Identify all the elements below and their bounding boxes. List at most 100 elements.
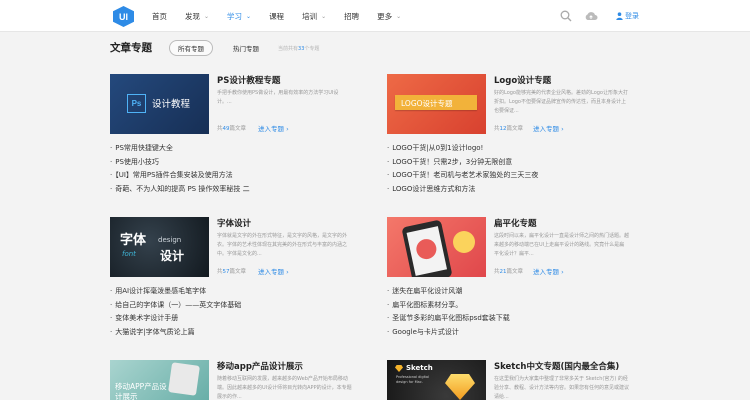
card-description: 字体就是文字的外在形式特征，是文字的风格，是文字的外衣。字体的艺术性体现在其完美… (217, 233, 348, 257)
article-count: 共49篇文章 (217, 124, 246, 132)
nav-home[interactable]: 首页 (152, 11, 167, 22)
card-title[interactable]: Sketch中文专题(国内最全合集) (494, 360, 619, 372)
stats-prefix: 当前共有 (278, 46, 299, 52)
card-title[interactable]: PS设计教程专题 (217, 74, 280, 86)
login-link[interactable]: 登录 (616, 11, 639, 21)
nav-learn[interactable]: 学习 ⌄ (227, 11, 251, 22)
nav-label: 发现 (185, 11, 200, 21)
list-item[interactable]: 大猫说字|字体气质论上篇 (110, 326, 241, 340)
page-title: 文章专题 (110, 42, 152, 54)
cloud-upload-icon[interactable] (584, 10, 598, 22)
list-item[interactable]: LOGO干货！只需2步，3分钟无限创意 (387, 156, 538, 170)
list-item[interactable]: 奇葩、不为人知的提高 PS 操作效率秘技 二 (110, 183, 249, 197)
list-item[interactable]: Google与卡片式设计 (387, 326, 510, 340)
enter-topic-link[interactable]: 进入专题 › (258, 266, 289, 276)
list-item[interactable]: 迷失在扁平化设计风潮 (387, 285, 510, 299)
nav-discover[interactable]: 发现 ⌄ (185, 11, 209, 22)
thumbnail-text-design: design (158, 236, 182, 244)
list-item[interactable]: PS常用快捷键大全 (110, 142, 250, 156)
chevron-down-icon: ⌄ (204, 12, 210, 20)
enter-topic-link[interactable]: 进入专题 › (533, 266, 564, 276)
chevron-right-icon: › (286, 125, 289, 133)
tab-hot-topics[interactable]: 热门专题 (228, 40, 264, 56)
count-number: 12 (499, 126, 507, 132)
nav-more[interactable]: 更多 ⌄ (377, 11, 401, 22)
phone-mockup (401, 219, 453, 277)
topic-thumbnail[interactable] (387, 217, 486, 277)
chevron-down-icon: ⌄ (246, 12, 252, 20)
nav-jobs[interactable]: 招聘 (344, 11, 359, 22)
count-number: 57 (222, 269, 230, 275)
nav-label: 课程 (269, 11, 285, 21)
search-icon[interactable] (560, 10, 572, 22)
nav-label: 学习 (227, 11, 243, 21)
thumbnail-subtitle: Professional digital design for Mac. (396, 375, 430, 384)
topic-count-text: 当前共有33个专题 (278, 45, 319, 52)
card-title[interactable]: 扁平化专题 (494, 217, 537, 229)
list-item[interactable]: LOGO干货！老司机与老艺术家独处的三天三夜 (387, 169, 538, 183)
list-item[interactable]: 用AI设计挥毫泼墨感毛笔字体 (110, 285, 241, 299)
ps-logo-text: Ps (131, 99, 142, 108)
thumbnail-caption: 移动APP产品设计展示 (115, 382, 167, 400)
link-label: 进入专题 (258, 268, 284, 276)
article-list: 用AI设计挥毫泼墨感毛笔字体 给自己的字体课（一）——英文字体基础 变体美术字设… (110, 285, 241, 339)
top-header: UI 首页 发现 ⌄ 学习 ⌄ 课程 培训 ⌄ 招聘 更多 ⌄ 登录 (0, 0, 750, 32)
list-item[interactable]: 给自己的字体课（一）——英文字体基础 (110, 299, 241, 313)
count-number: 49 (222, 126, 230, 132)
topic-thumbnail[interactable]: Sketch Professional digital design for M… (387, 360, 486, 400)
link-label: 进入专题 (533, 268, 559, 276)
article-list: LOGO干货|从0到1设计logo! LOGO干货！只需2步，3分钟无限创意 L… (387, 142, 538, 196)
sketch-large-diamond (445, 374, 475, 400)
site-logo[interactable]: UI (113, 6, 134, 27)
topic-thumbnail[interactable]: Ps 设计教程 (110, 74, 209, 134)
card-description: 这段时间以来，扁平化设计一直是设计师之间的热门话题。越来越多的移动端已在UI上走… (494, 233, 630, 257)
thumbnail-caption: 设计教程 (152, 99, 191, 110)
nav-label: 更多 (377, 11, 393, 21)
list-item[interactable]: LOGO干货|从0到1设计logo! (387, 142, 538, 156)
article-list: 迷失在扁平化设计风潮 扁平化图标素材分享。 圣诞节多彩的扁平化图标psd套装下载… (387, 285, 510, 339)
count-suffix: 篇文章 (229, 126, 247, 132)
article-count: 共21篇文章 (494, 267, 523, 275)
thumbnail-text-sketch: Sketch (406, 364, 433, 372)
nav-training[interactable]: 培训 ⌄ (302, 11, 326, 22)
count-suffix: 篇文章 (229, 269, 247, 275)
tab-all-topics[interactable]: 所有专题 (169, 40, 213, 56)
card-title[interactable]: 字体设计 (217, 217, 251, 229)
link-label: 进入专题 (258, 125, 284, 133)
topic-thumbnail[interactable]: LOGO设计专题 (387, 74, 486, 134)
enter-topic-link[interactable]: 进入专题 › (533, 123, 564, 133)
card-title[interactable]: Logo设计专题 (494, 74, 551, 86)
card-description: 好的Logo能够完美的代表企业风格。差劲的Logo让形象大打折扣。Logo不但要… (494, 90, 628, 114)
enter-topic-link[interactable]: 进入专题 › (258, 123, 289, 133)
photoshop-logo-icon: Ps (127, 94, 146, 113)
user-icon (616, 12, 623, 20)
card-title[interactable]: 移动app产品设计展示 (217, 360, 303, 372)
thumbnail-caption: LOGO设计专题 (401, 99, 453, 108)
list-item[interactable]: PS使用小技巧 (110, 156, 250, 170)
flat-circle (453, 231, 475, 253)
link-label: 进入专题 (533, 125, 559, 133)
logo-text: UI (119, 11, 128, 22)
chevron-down-icon: ⌄ (396, 12, 402, 20)
topic-thumbnail[interactable]: 移动APP产品设计展示 (110, 360, 209, 400)
article-list: PS常用快捷键大全 PS使用小技巧 【UI】常用PS插件合集安装及使用方法 奇葩… (110, 142, 250, 197)
login-label: 登录 (625, 12, 639, 20)
chevron-right-icon: › (561, 125, 564, 133)
list-item[interactable]: 扁平化图标素材分享。 (387, 299, 510, 313)
topic-thumbnail[interactable]: 字体 design font 设计 (110, 217, 209, 277)
thumbnail-text-ziti: 字体 (120, 233, 147, 248)
chevron-right-icon: › (286, 268, 289, 276)
list-item[interactable]: 【UI】常用PS插件合集安装及使用方法 (110, 169, 250, 183)
list-item[interactable]: 圣诞节多彩的扁平化图标psd套装下载 (387, 312, 510, 326)
list-item[interactable]: 变体美术字设计手册 (110, 312, 241, 326)
count-suffix: 篇文章 (506, 126, 524, 132)
nav-label: 培训 (302, 11, 318, 21)
nav-courses[interactable]: 课程 (269, 11, 284, 22)
card-description: 随着移动互联网的发展，越来越多的Web产品开始布局移动端。因此越来越多的UI设计… (217, 376, 352, 400)
list-item[interactable]: LOGO设计思维方式和方法 (387, 183, 538, 197)
card-description: 手把手教你使用PS做设计，用最有效率的方法学习UI设计。... (217, 90, 339, 105)
main-nav: 首页 发现 ⌄ 学习 ⌄ 课程 培训 ⌄ 招聘 更多 ⌄ (152, 0, 419, 32)
thumbnail-text-sheji: 设计 (160, 249, 185, 263)
count-number: 21 (499, 269, 507, 275)
thumbnail-text-font: font (122, 250, 136, 258)
